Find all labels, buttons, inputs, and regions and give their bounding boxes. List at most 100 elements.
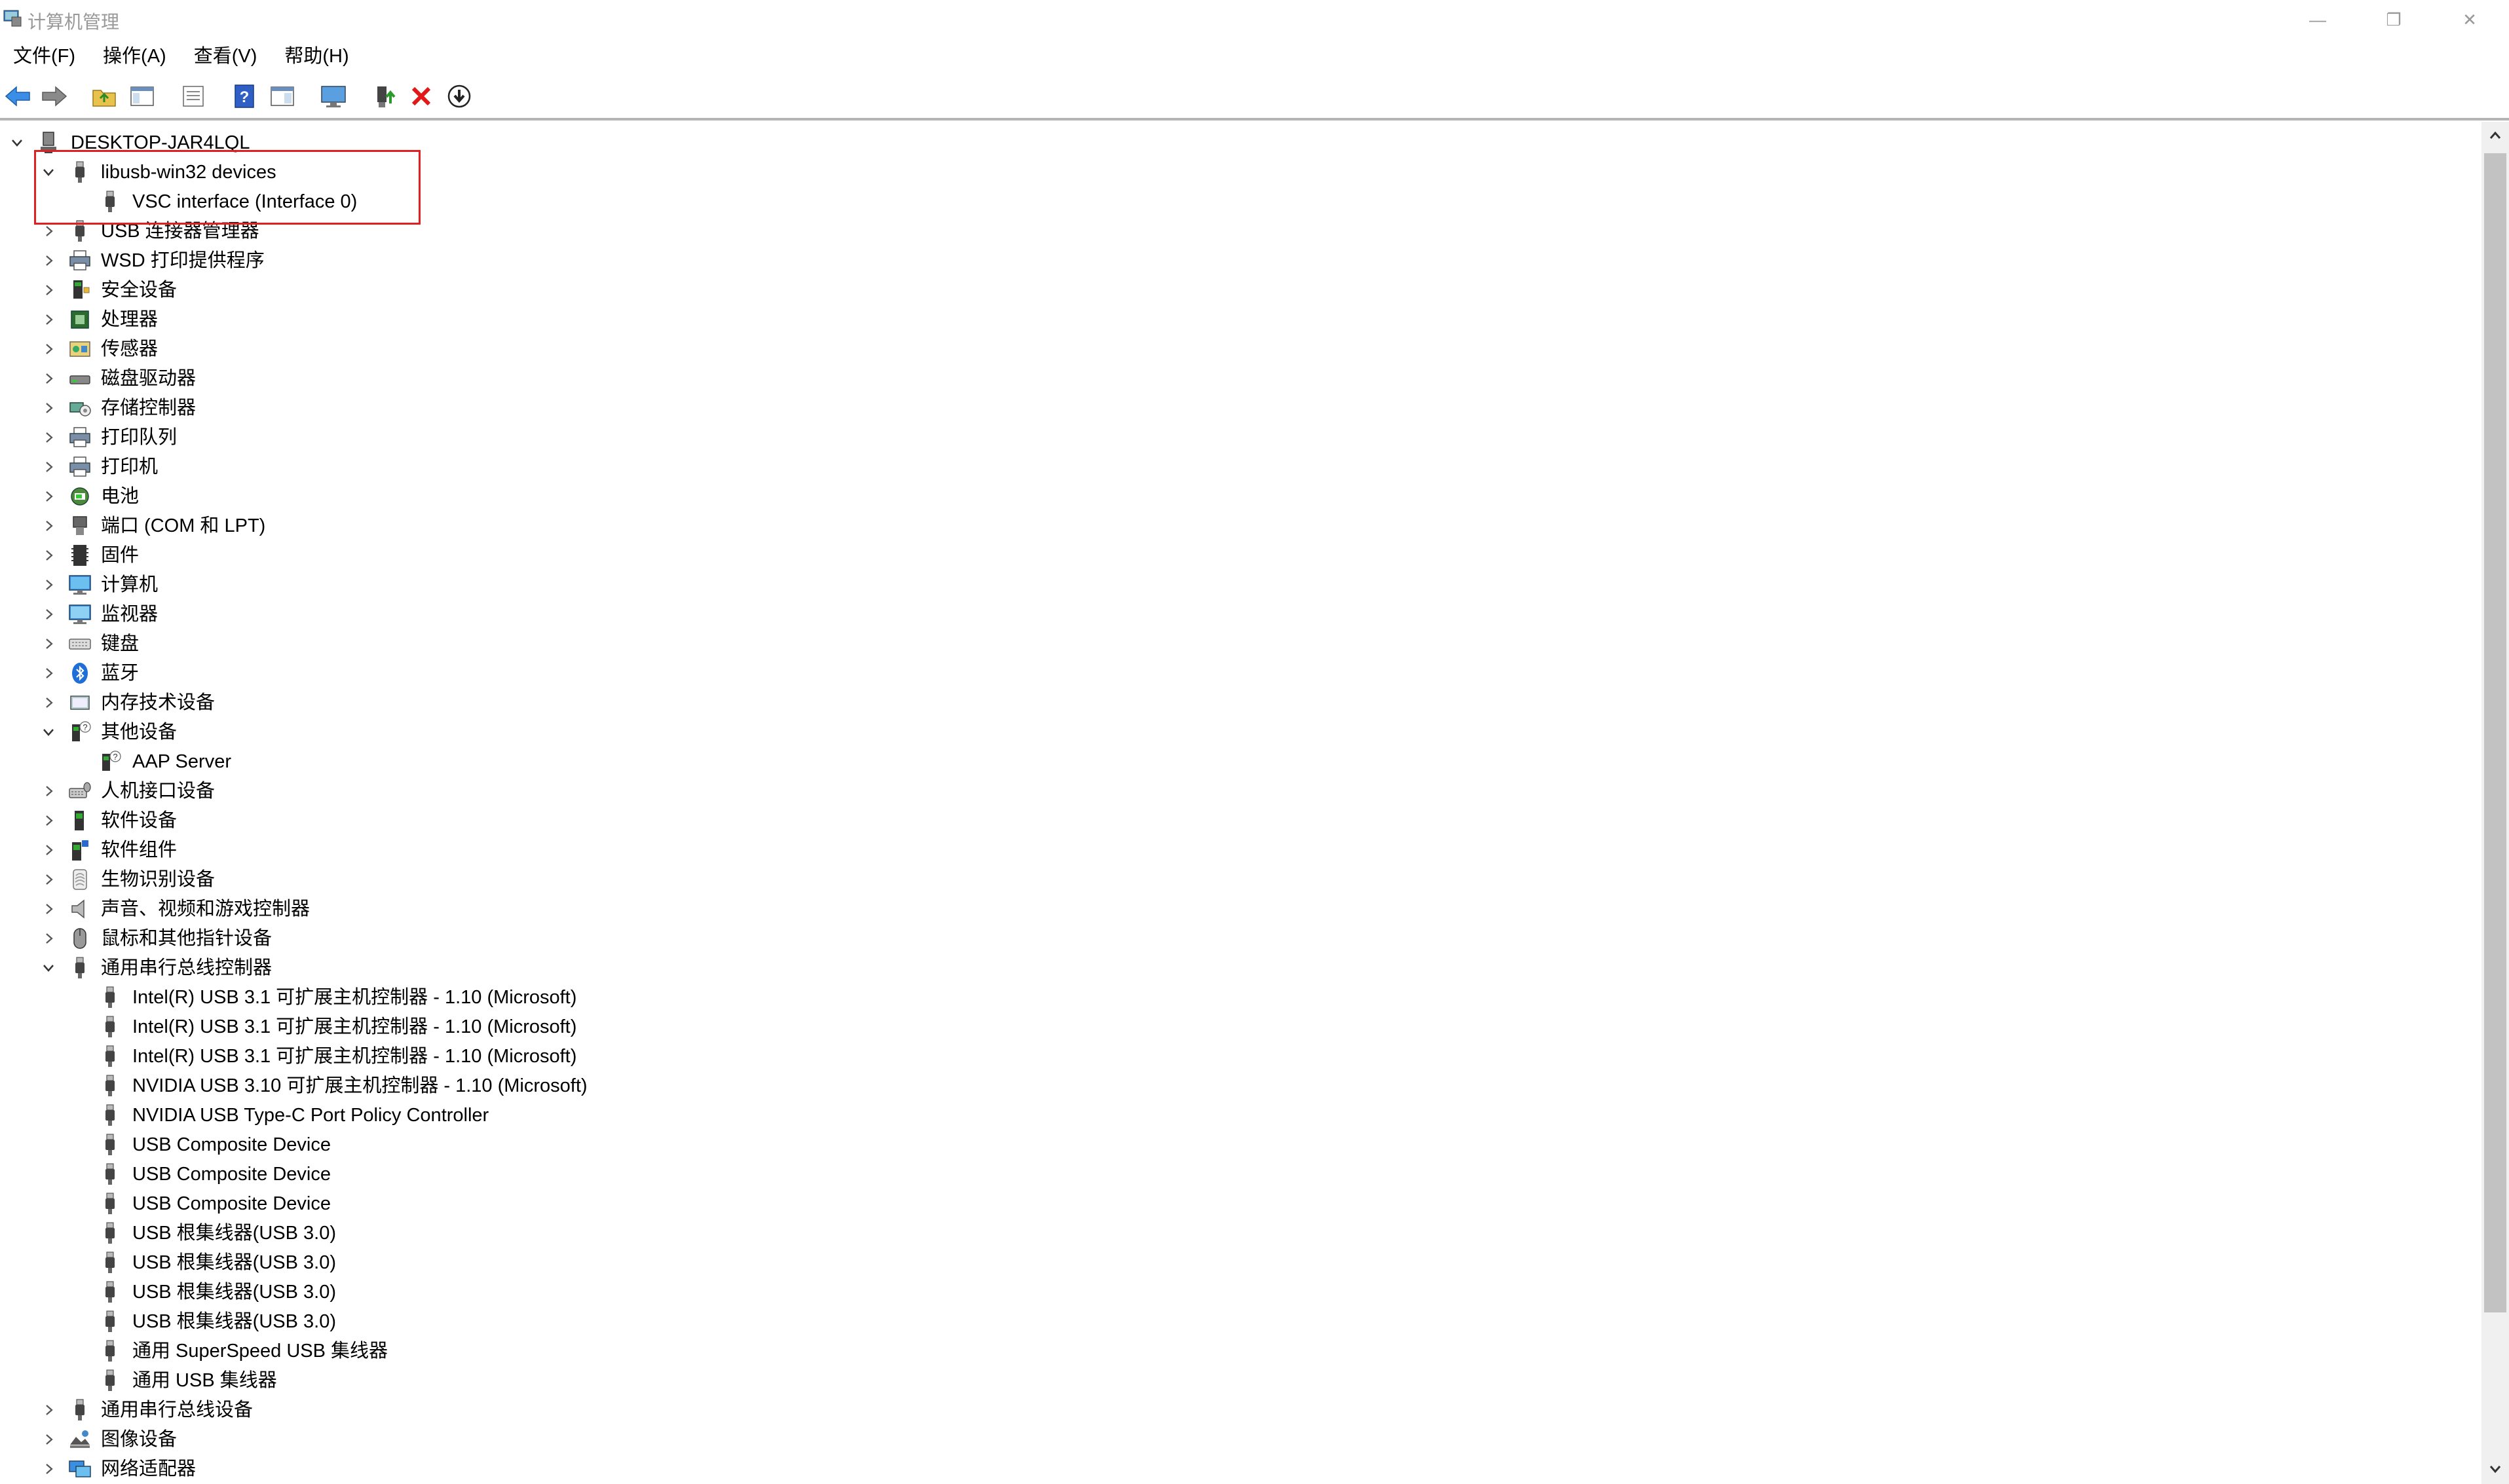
forward-button[interactable] [39, 81, 69, 111]
tree-item-label: 人机接口设备 [101, 781, 216, 802]
processor-icon [68, 308, 92, 331]
mouse-icon [68, 927, 92, 950]
chevron-right-icon[interactable] [39, 841, 58, 859]
chevron-right-icon[interactable] [39, 929, 58, 948]
tree-item-label: 通用串行总线设备 [101, 1400, 254, 1420]
chevron-right-icon[interactable] [39, 487, 58, 506]
up-folder-button[interactable] [89, 81, 119, 111]
back-button[interactable] [3, 81, 33, 111]
usb-plug-icon [98, 1074, 122, 1098]
scroll-up-arrow-icon[interactable] [2481, 122, 2509, 149]
restore-button[interactable]: ❐ [2356, 0, 2432, 39]
highlight-annotation-box [34, 150, 421, 225]
usb-plug-icon [98, 986, 122, 1009]
usb-plug-icon [68, 1398, 92, 1422]
monitor-icon [321, 86, 346, 107]
menu-action[interactable]: 操作(A) [90, 41, 181, 72]
close-button[interactable]: ✕ [2432, 0, 2508, 39]
show-pane-icon [271, 86, 294, 106]
chevron-right-icon[interactable] [39, 428, 58, 447]
scan-download-icon [447, 84, 471, 108]
chevron-right-icon[interactable] [39, 900, 58, 918]
chevron-down-icon[interactable] [39, 723, 58, 741]
chevron-right-icon[interactable] [39, 1430, 58, 1449]
usb-plug-icon [98, 1339, 122, 1363]
show-pane-button[interactable] [267, 81, 297, 111]
chevron-right-icon[interactable] [39, 281, 58, 299]
tree-item-label: NVIDIA USB 3.10 可扩展主机控制器 - 1.10 (Microso… [132, 1075, 588, 1096]
camera-icon [68, 1428, 92, 1451]
chevron-right-icon[interactable] [39, 664, 58, 682]
show-hide-tree-button[interactable] [127, 81, 157, 111]
vertical-scrollbar[interactable] [2481, 122, 2509, 1484]
tree-item-label: 通用串行总线控制器 [101, 957, 273, 978]
menu-file[interactable]: 文件(F) [0, 41, 90, 72]
tree-item-label: Intel(R) USB 3.1 可扩展主机控制器 - 1.10 (Micros… [132, 1016, 577, 1037]
chevron-right-icon[interactable] [39, 1460, 58, 1478]
tree-item-label: USB 根集线器(USB 3.0) [132, 1223, 336, 1244]
uninstall-button[interactable] [406, 81, 436, 111]
chevron-down-icon[interactable] [8, 134, 26, 152]
menu-view[interactable]: 查看(V) [181, 41, 272, 72]
bluetooth-icon [68, 661, 92, 685]
chevron-right-icon[interactable] [39, 310, 58, 329]
storage-controller-icon [68, 396, 92, 420]
hid-icon [68, 779, 92, 803]
chevron-right-icon[interactable] [39, 782, 58, 800]
keyboard-icon [68, 632, 92, 656]
scan-hardware-button[interactable] [318, 81, 349, 111]
usb-plug-icon [98, 1369, 122, 1392]
chevron-right-icon[interactable] [39, 605, 58, 623]
printer-icon [68, 249, 92, 272]
chevron-right-icon[interactable] [39, 546, 58, 565]
chevron-right-icon[interactable] [39, 340, 58, 358]
menu-help[interactable]: 帮助(H) [271, 41, 363, 72]
computer-management-icon [3, 10, 22, 27]
tree-item-label: USB Composite Device [132, 1134, 331, 1155]
tree-item-label: 打印队列 [101, 427, 178, 448]
chevron-right-icon[interactable] [39, 369, 58, 388]
device-manager-window: 计算机管理 — ❐ ✕ 文件(F) 操作(A) 查看(V) 帮助(H) ? DE… [0, 0, 2509, 1484]
chevron-right-icon[interactable] [39, 1401, 58, 1419]
chevron-right-icon[interactable] [39, 222, 58, 240]
fingerprint-icon [68, 868, 92, 891]
properties-button[interactable] [178, 81, 208, 111]
memory-device-icon [68, 691, 92, 714]
usb-plug-icon [68, 956, 92, 980]
tree-item-label: 鼠标和其他指针设备 [101, 928, 273, 949]
tree-item-label: 计算机 [101, 574, 159, 595]
tree-item-label: 图像设备 [101, 1429, 178, 1450]
up-folder-icon [92, 90, 116, 107]
device-tree[interactable]: DESKTOP-JAR4LQL libusb-win32 devices VSC … [0, 122, 2481, 1484]
battery-icon [68, 485, 92, 508]
scroll-down-arrow-icon[interactable] [2481, 1455, 2509, 1483]
chevron-right-icon[interactable] [39, 399, 58, 417]
disk-drive-icon [68, 367, 92, 390]
chevron-right-icon[interactable] [39, 811, 58, 830]
scan-download-button[interactable] [444, 81, 474, 111]
chevron-right-icon[interactable] [39, 517, 58, 535]
chevron-right-icon[interactable] [39, 694, 58, 712]
usb-plug-icon [98, 1192, 122, 1215]
tree-item-label: USB 根集线器(USB 3.0) [132, 1252, 336, 1273]
svg-text:?: ? [83, 722, 87, 732]
minimize-button[interactable]: — [2280, 0, 2356, 39]
tree-item-label: NVIDIA USB Type-C Port Policy Controller [132, 1105, 489, 1126]
chevron-right-icon[interactable] [39, 251, 58, 270]
scrollbar-thumb[interactable] [2484, 153, 2506, 1312]
update-driver-button[interactable] [369, 81, 400, 111]
chevron-right-icon[interactable] [39, 576, 58, 594]
tree-item-label: 键盘 [101, 633, 140, 654]
chevron-down-icon[interactable] [39, 959, 58, 977]
tree-item-label: 端口 (COM 和 LPT) [101, 515, 266, 536]
usb-plug-icon [98, 1015, 122, 1039]
chevron-right-icon[interactable] [39, 458, 58, 476]
tree-item-label: USB Composite Device [132, 1193, 331, 1214]
forward-icon [42, 86, 67, 107]
usb-plug-icon [98, 1221, 122, 1245]
help-button[interactable]: ? [229, 81, 259, 111]
port-icon [68, 514, 92, 538]
chevron-right-icon[interactable] [39, 635, 58, 653]
printer-icon [68, 426, 92, 449]
chevron-right-icon[interactable] [39, 870, 58, 889]
